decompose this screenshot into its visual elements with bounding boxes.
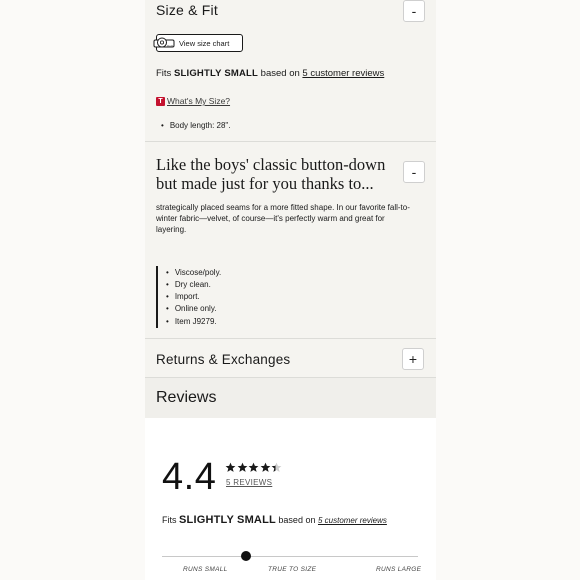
average-rating: 4.4: [162, 456, 217, 498]
spec-item: Dry clean.: [166, 280, 211, 289]
star-icon: [225, 462, 236, 472]
brand-badge-icon: T: [156, 96, 165, 106]
reviews-summary: 4.4 5 REVIEWS Fits SLIGHTLY SMALL based …: [145, 418, 436, 580]
reviews-count-link[interactable]: 5 REVIEWS: [226, 478, 272, 487]
returns-exchanges-title[interactable]: Returns & Exchanges: [156, 352, 290, 367]
fit-prefix: Fits: [162, 515, 179, 525]
fit-scale-label-true: TRUE TO SIZE: [268, 566, 317, 573]
view-size-chart-button[interactable]: View size chart: [153, 34, 243, 52]
fit-scale-label-large: RUNS LARGE: [376, 566, 422, 573]
spec-item: Import.: [166, 292, 200, 301]
fit-reviews-link[interactable]: 5 customer reviews: [318, 516, 387, 525]
fit-summary: Fits SLIGHTLY SMALL based on 5 customer …: [156, 68, 384, 79]
size-fit-title: Size & Fit: [156, 2, 218, 18]
fit-scale-marker: [241, 551, 252, 561]
star-icon: [271, 462, 282, 472]
view-size-chart-label: View size chart: [179, 38, 230, 48]
star-rating: [225, 462, 283, 473]
fit-scale-track: [162, 556, 418, 557]
product-description-body: strategically placed seams for a more fi…: [156, 203, 410, 234]
spec-item: Item J9279.: [166, 317, 217, 326]
whats-my-size-label: What's My Size?: [167, 96, 231, 106]
reviews-header: Reviews: [145, 378, 436, 418]
star-icon: [260, 462, 270, 472]
size-bullet: Body length: 28".: [161, 121, 231, 130]
reviews-title: Reviews: [156, 389, 217, 406]
fit-value: SLIGHTLY SMALL: [173, 68, 259, 79]
description-collapse-button[interactable]: -: [403, 161, 425, 183]
product-details-column: Size & Fit - View size chart Fits SLIGHT…: [145, 0, 436, 580]
fit-reviews-link[interactable]: 5 customer reviews: [302, 68, 384, 79]
returns-expand-button[interactable]: +: [402, 348, 424, 370]
divider: [145, 141, 436, 142]
fit-scale-label-small: RUNS SMALL: [183, 566, 228, 573]
divider: [145, 338, 436, 339]
fit-mid: based on: [258, 68, 303, 79]
whats-my-size-link[interactable]: T What's My Size?: [156, 96, 230, 106]
star-icon: [248, 462, 259, 472]
star-icon: [237, 462, 247, 472]
fit-prefix: Fits: [156, 68, 174, 79]
reviews-fit-summary: Fits SLIGHTLY SMALL based on 5 customer …: [162, 514, 387, 526]
product-specs-list: Viscose/poly. Dry clean. Import. Online …: [156, 266, 256, 328]
size-fit-collapse-button[interactable]: -: [403, 0, 425, 22]
spec-item: Viscose/poly.: [166, 268, 221, 277]
product-description-heading: Like the boys' classic button-down but m…: [156, 155, 386, 193]
spec-item: Online only.: [166, 304, 217, 313]
fit-mid: based on: [275, 515, 318, 525]
measuring-tape-icon: [153, 37, 175, 48]
fit-value: SLIGHTLY SMALL: [179, 514, 276, 526]
